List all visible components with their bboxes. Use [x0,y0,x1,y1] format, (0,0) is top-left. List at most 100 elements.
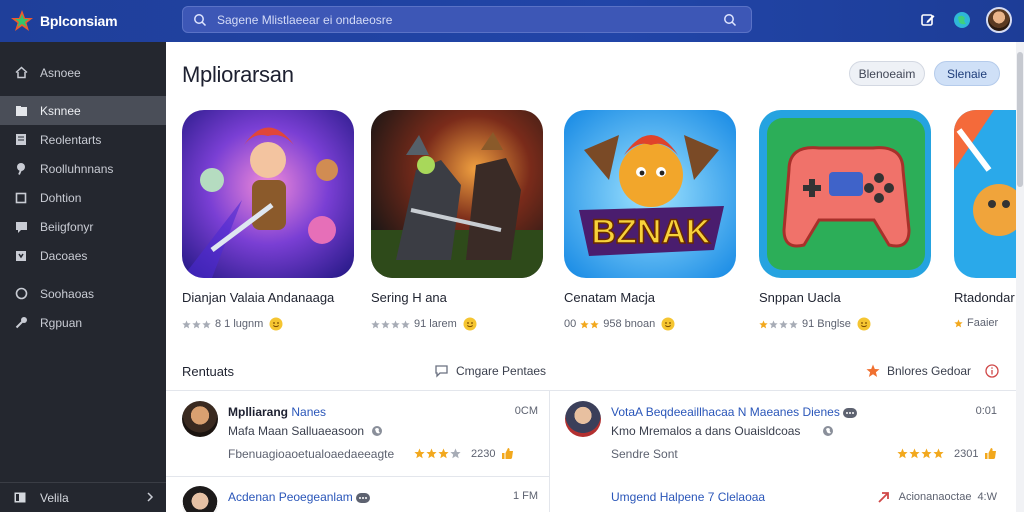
globe-icon [14,287,28,301]
sidebar-item-cube[interactable]: Dohtion [0,183,166,212]
more-badge-icon [356,492,371,503]
rating-prefix: 00 [564,318,577,330]
author-link[interactable]: Umgend Halpene 7 Clelaoaa [611,490,765,504]
star-icon [580,319,589,328]
sidebar-item-label: Ksnnee [40,103,81,118]
user-avatar[interactable] [986,7,1012,33]
star-icon [954,318,963,327]
review-subtitle: Kmo Mremalos a dans Ouaisldcoas [611,424,834,438]
globe-small-icon [372,426,383,436]
edit-icon[interactable] [918,10,938,30]
review-item[interactable]: VotaA Beqdeeaillhacaa N Maeanes Dienes 0… [565,401,997,471]
review-author[interactable]: Mplliarang Nanes [228,405,326,419]
chevron-right-icon[interactable] [146,492,154,502]
review-subtitle: Mafa Maan Salluaeasoon [228,424,383,438]
game-rating: 8 1 lugnm [182,317,356,331]
divider [166,476,549,477]
filter-button-1[interactable]: Blenoeaim [849,61,925,86]
game-title: Cenatam Macja [564,290,656,305]
smiley-icon [857,317,871,331]
review-time: 0CM [514,405,538,417]
review-item[interactable]: Umgend Halpene 7 Clelaoaa Acionanaoctae … [565,486,997,512]
sidebar-item-documents[interactable]: Reolentarts [0,125,166,154]
review-rating: 2230 [414,447,514,460]
game-card[interactable]: BZNAK Cenatam Macja 00 958 bnoan [564,110,738,331]
sidebar: Asnoee Ksnnee Reolentarts Roolluhnnans D… [0,42,166,512]
globe-icon[interactable] [952,10,972,30]
info-circle-icon[interactable] [985,364,999,378]
review-action[interactable]: Acionanaoctae 4:W [877,490,997,504]
rating-stars [580,319,599,329]
game-art [759,110,931,278]
reviews-title: Rentuats [182,364,235,379]
game-card[interactable]: Sering H ana 91 larem [371,110,545,331]
game-card[interactable]: Snppan Uacla 91 Bnglse [759,110,933,331]
review-footer: Sendre Sont [611,447,678,461]
sidebar-footer[interactable]: Velila [0,482,166,512]
divider [549,391,550,512]
app-logo[interactable]: Bplconsiam [0,0,166,42]
review-author[interactable]: VotaA Beqdeeaillhacaa N Maeanes Dienes [611,405,858,419]
thumbs-up-icon[interactable] [501,447,514,460]
author-link[interactable]: Nanes [291,405,326,419]
game-rating: 91 larem [371,317,545,331]
speech-bubble-icon [435,365,448,378]
search-input[interactable] [217,12,723,27]
review-author[interactable]: Umgend Halpene 7 Clelaoaa [611,490,765,504]
author-link[interactable]: VotaA Beqdeeaillhacaa N Maeanes Dienes [611,405,840,419]
review-subtitle-text: Kmo Mremalos a dans Ouaisldcoas [611,424,801,438]
sidebar-item-label: Rgpuan [40,315,83,330]
sidebar-item-pins[interactable]: Roolluhnnans [0,154,166,183]
game-rating: 00 958 bnoan [564,317,738,331]
search-icon [194,13,207,26]
sidebar-item-chat[interactable]: Beiigfonyr [0,212,166,241]
sidebar-item-folder[interactable]: Ksnnee [0,96,166,125]
document-icon [14,133,28,147]
game-cards-row: Dianjan Valaia Andanaaga 8 1 lugnm Serin… [182,110,1016,340]
author-link[interactable]: Acdenan Peoegeanlam [228,490,353,504]
star-icon [438,448,449,459]
sidebar-item-label: Dohtion [40,190,82,205]
star-icon [391,319,400,328]
star-icon [921,448,932,459]
rating-count: 2230 [471,447,496,460]
compare-link[interactable]: Cmgare Pentaes [434,364,546,378]
sidebar-item-globe[interactable]: Soohaoas [0,279,166,308]
avatar [565,401,601,437]
globe-small-icon [823,426,834,436]
thumbs-up-icon[interactable] [984,447,997,460]
top-icons [918,6,1012,34]
wrench-icon [14,316,28,330]
star-icon [381,319,390,328]
rating-text: 91 Bnglse [802,318,851,330]
pin-icon [14,162,28,176]
sidebar-item-tools[interactable]: Rgpuan [0,308,166,337]
explore-link[interactable]: Bnlores Gedoar [866,364,999,378]
rating-stars [954,318,963,328]
review-item[interactable]: Acdenan Peoegeanlam 1 FM [182,486,538,512]
sidebar-item-home[interactable]: Asnoee [0,58,166,87]
star-icon [769,319,778,328]
review-subtitle-text: Mafa Maan Salluaeasoon [228,424,365,438]
review-author[interactable]: Acdenan Peoegeanlam [228,490,371,504]
avatar [182,486,218,512]
scrollbar-thumb[interactable] [1017,52,1023,187]
sidebar-item-label: Dacoaes [40,248,88,263]
game-title: Rtadondar [954,290,1015,305]
star-icon [909,448,920,459]
search-submit-icon[interactable] [723,13,737,27]
filter-button-2[interactable]: Slenaie [934,61,1000,86]
game-card[interactable]: Rtadondar Faaier [954,110,1016,329]
sidebar-item-label: Asnoee [40,65,81,80]
search-bar[interactable] [182,6,752,33]
star-icon [897,448,908,459]
star-badge-icon [866,364,880,377]
reviews-header: Rentuats Cmgare Pentaes Bnlores Gedoar [166,356,1016,390]
smiley-icon [661,317,675,331]
sidebar-item-download[interactable]: Dacoaes [0,241,166,270]
svg-text:BZNAK: BZNAK [592,213,711,251]
game-card[interactable]: Dianjan Valaia Andanaaga 8 1 lugnm [182,110,356,331]
star-icon [789,319,798,328]
game-title: Snppan Uacla [759,290,841,305]
review-item[interactable]: Mplliarang Nanes 0CM Mafa Maan Salluaeas… [182,401,538,471]
